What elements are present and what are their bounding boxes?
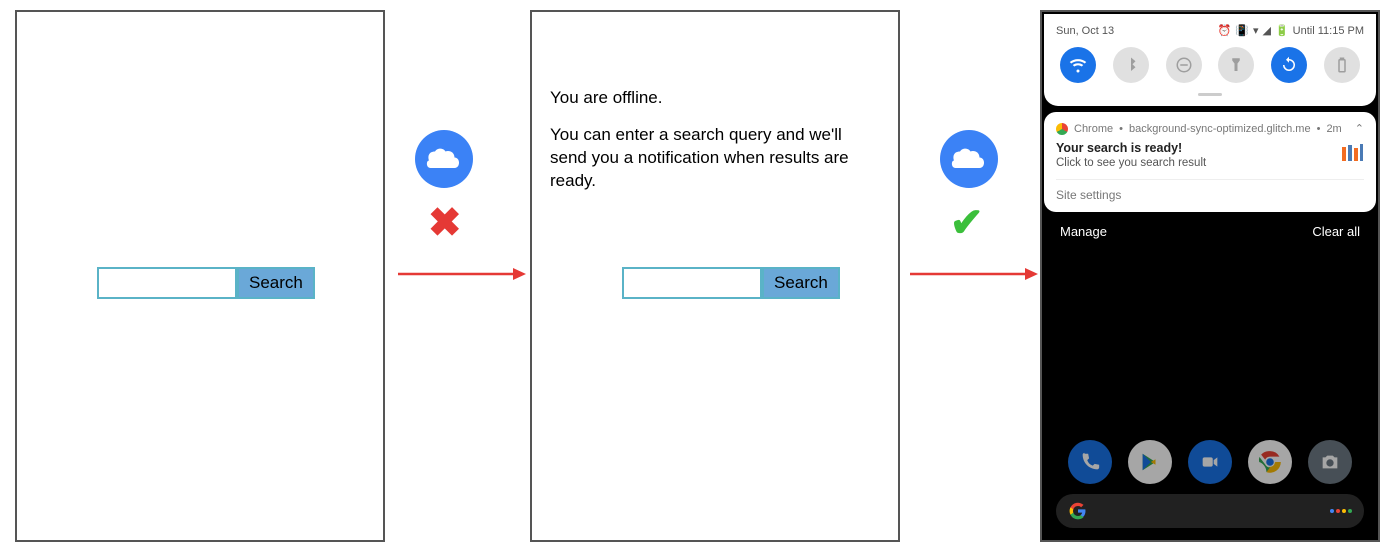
alarm-icon: ⏰ [1218,24,1232,37]
toggle-autorotate[interactable] [1271,47,1307,83]
android-screen: Sun, Oct 13 ⏰ 📳 ▾ ◢ 🔋 Until 11:15 PM [1044,14,1376,538]
battery-icon: 🔋 [1275,24,1289,37]
success-check-icon: ✔ [950,200,984,246]
clear-all-button[interactable]: Clear all [1312,224,1360,239]
notification-body: Your search is ready! Click to see you s… [1056,141,1364,169]
expand-icon[interactable]: ⌃ [1355,122,1364,135]
search-row: Search [97,267,315,299]
offline-message: You are offline. You can enter a search … [550,87,880,207]
google-search-bar[interactable] [1056,494,1364,528]
notification-subtitle: Click to see you search result [1056,157,1206,169]
panel-step-2: You are offline. You can enter a search … [530,10,900,542]
assistant-icon[interactable] [1330,509,1352,513]
toggle-battery-saver[interactable] [1324,47,1360,83]
toggle-wifi[interactable] [1060,47,1096,83]
quick-toggles [1052,47,1368,89]
notification-action-site-settings[interactable]: Site settings [1056,179,1364,202]
search-row: Search [622,267,840,299]
toggle-bluetooth[interactable] [1113,47,1149,83]
chrome-icon [1056,123,1068,135]
quick-settings-panel: Sun, Oct 13 ⏰ 📳 ▾ ◢ 🔋 Until 11:15 PM [1044,14,1376,106]
cloud-icon [940,130,998,188]
notification-age: 2m [1326,123,1341,135]
status-right: ⏰ 📳 ▾ ◢ 🔋 Until 11:15 PM [1218,24,1364,37]
notification-source: background-sync-optimized.glitch.me [1129,123,1311,135]
notification-card[interactable]: Chrome • background-sync-optimized.glitc… [1044,112,1376,212]
quick-settings-handle[interactable] [1198,93,1222,96]
search-button[interactable]: Search [237,267,315,299]
toggle-flashlight[interactable] [1218,47,1254,83]
cloud-icon [415,130,473,188]
search-input[interactable] [622,267,762,299]
wifi-icon: ▾ [1253,24,1259,37]
toggle-dnd[interactable] [1166,47,1202,83]
notification-title: Your search is ready! [1056,141,1206,155]
notification-app: Chrome [1074,123,1113,135]
app-chrome[interactable] [1248,440,1292,484]
wallpaper [1046,244,1374,536]
app-badge-icon [1340,141,1364,165]
offline-title: You are offline. [550,87,880,110]
app-play[interactable] [1128,440,1172,484]
status-date: Sun, Oct 13 [1056,25,1114,37]
panel-step-3: Sun, Oct 13 ⏰ 📳 ▾ ◢ 🔋 Until 11:15 PM [1040,10,1380,542]
app-camera[interactable] [1308,440,1352,484]
fail-x-icon: ✖ [428,200,462,246]
app-duo[interactable] [1188,440,1232,484]
arrow-right-icon [910,265,1040,283]
search-input[interactable] [97,267,237,299]
panel-step-1: Search [15,10,385,542]
manage-button[interactable]: Manage [1060,224,1107,239]
search-button[interactable]: Search [762,267,840,299]
app-dock [1044,440,1376,484]
status-until: Until 11:15 PM [1293,25,1364,37]
signal-icon: ◢ [1263,24,1271,37]
arrow-right-icon [398,265,528,283]
status-bar: Sun, Oct 13 ⏰ 📳 ▾ ◢ 🔋 Until 11:15 PM [1052,22,1368,47]
offline-body: You can enter a search query and we'll s… [550,124,880,193]
vibrate-icon: 📳 [1235,24,1249,37]
notification-header: Chrome • background-sync-optimized.glitc… [1056,122,1364,135]
google-logo-icon [1068,501,1088,521]
app-phone[interactable] [1068,440,1112,484]
shade-actions: Manage Clear all [1044,212,1376,251]
